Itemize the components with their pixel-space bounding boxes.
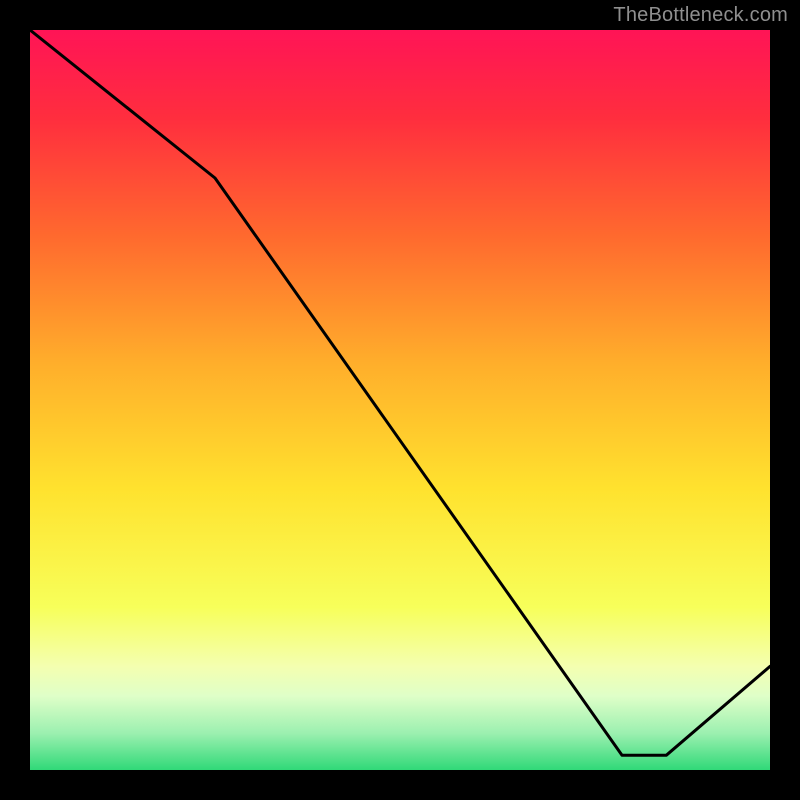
chart-svg: [30, 30, 770, 770]
watermark-text: TheBottleneck.com: [613, 4, 788, 27]
chart-background: [30, 30, 770, 770]
chart-plot-area: [30, 30, 770, 770]
